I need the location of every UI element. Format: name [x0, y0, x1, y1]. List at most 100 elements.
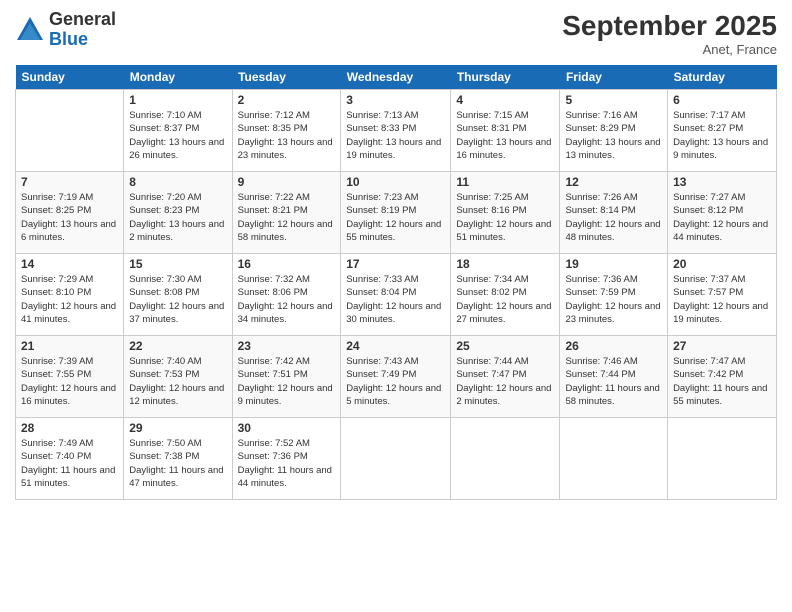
col-wednesday: Wednesday [341, 65, 451, 90]
col-tuesday: Tuesday [232, 65, 341, 90]
logo-icon [15, 15, 45, 45]
table-row [16, 90, 124, 172]
table-row: 2 Sunrise: 7:12 AMSunset: 8:35 PMDaylight… [232, 90, 341, 172]
day-info: Sunrise: 7:46 AMSunset: 7:44 PMDaylight:… [565, 355, 662, 408]
day-number: 11 [456, 175, 554, 189]
day-number: 21 [21, 339, 118, 353]
day-info: Sunrise: 7:30 AMSunset: 8:08 PMDaylight:… [129, 273, 226, 326]
day-info: Sunrise: 7:29 AMSunset: 8:10 PMDaylight:… [21, 273, 118, 326]
day-number: 6 [673, 93, 771, 107]
day-info: Sunrise: 7:33 AMSunset: 8:04 PMDaylight:… [346, 273, 445, 326]
table-row [668, 418, 777, 500]
day-number: 7 [21, 175, 118, 189]
day-number: 10 [346, 175, 445, 189]
day-info: Sunrise: 7:27 AMSunset: 8:12 PMDaylight:… [673, 191, 771, 244]
week-row-4: 21 Sunrise: 7:39 AMSunset: 7:55 PMDayligh… [16, 336, 777, 418]
day-number: 2 [238, 93, 336, 107]
day-info: Sunrise: 7:13 AMSunset: 8:33 PMDaylight:… [346, 109, 445, 162]
day-info: Sunrise: 7:25 AMSunset: 8:16 PMDaylight:… [456, 191, 554, 244]
day-info: Sunrise: 7:10 AMSunset: 8:37 PMDaylight:… [129, 109, 226, 162]
day-number: 13 [673, 175, 771, 189]
table-row: 28Sunrise: 7:49 AMSunset: 7:40 PMDayligh… [16, 418, 124, 500]
table-row: 25 Sunrise: 7:44 AMSunset: 7:47 PMDayligh… [451, 336, 560, 418]
day-info: Sunrise: 7:32 AMSunset: 8:06 PMDaylight:… [238, 273, 336, 326]
day-info: Sunrise: 7:19 AMSunset: 8:25 PMDaylight:… [21, 191, 118, 244]
col-monday: Monday [124, 65, 232, 90]
day-number: 1 [129, 93, 226, 107]
logo-blue-text: Blue [49, 30, 116, 50]
day-number: 27 [673, 339, 771, 353]
day-number: 30 [238, 421, 336, 435]
table-row: 20 Sunrise: 7:37 AMSunset: 7:57 PMDayligh… [668, 254, 777, 336]
day-info: Sunrise: 7:34 AMSunset: 8:02 PMDaylight:… [456, 273, 554, 326]
month-title: September 2025 [562, 10, 777, 42]
week-row-2: 7 Sunrise: 7:19 AMSunset: 8:25 PMDaylight… [16, 172, 777, 254]
week-row-3: 14 Sunrise: 7:29 AMSunset: 8:10 PMDayligh… [16, 254, 777, 336]
table-row: 13 Sunrise: 7:27 AMSunset: 8:12 PMDayligh… [668, 172, 777, 254]
day-info: Sunrise: 7:47 AMSunset: 7:42 PMDaylight:… [673, 355, 771, 408]
table-row: 26 Sunrise: 7:46 AMSunset: 7:44 PMDayligh… [560, 336, 668, 418]
week-row-1: 1 Sunrise: 7:10 AMSunset: 8:37 PMDaylight… [16, 90, 777, 172]
table-row: 16Sunrise: 7:32 AMSunset: 8:06 PMDayligh… [232, 254, 341, 336]
day-number: 9 [238, 175, 336, 189]
day-info: Sunrise: 7:17 AMSunset: 8:27 PMDaylight:… [673, 109, 771, 162]
table-row [451, 418, 560, 500]
header: General Blue September 2025 Anet, France [15, 10, 777, 57]
day-number: 26 [565, 339, 662, 353]
table-row: 8Sunrise: 7:20 AMSunset: 8:23 PMDaylight… [124, 172, 232, 254]
day-info: Sunrise: 7:22 AMSunset: 8:21 PMDaylight:… [238, 191, 336, 244]
table-row: 18Sunrise: 7:34 AMSunset: 8:02 PMDayligh… [451, 254, 560, 336]
day-number: 19 [565, 257, 662, 271]
day-number: 12 [565, 175, 662, 189]
table-row: 30 Sunrise: 7:52 AMSunset: 7:36 PMDayligh… [232, 418, 341, 500]
calendar: Sunday Monday Tuesday Wednesday Thursday… [15, 65, 777, 500]
page: General Blue September 2025 Anet, France… [0, 0, 792, 612]
table-row: 9 Sunrise: 7:22 AMSunset: 8:21 PMDaylight… [232, 172, 341, 254]
table-row: 3 Sunrise: 7:13 AMSunset: 8:33 PMDaylight… [341, 90, 451, 172]
day-number: 5 [565, 93, 662, 107]
day-info: Sunrise: 7:36 AMSunset: 7:59 PMDaylight:… [565, 273, 662, 326]
day-number: 15 [129, 257, 226, 271]
table-row: 27 Sunrise: 7:47 AMSunset: 7:42 PMDayligh… [668, 336, 777, 418]
day-number: 8 [129, 175, 226, 189]
day-info: Sunrise: 7:44 AMSunset: 7:47 PMDaylight:… [456, 355, 554, 408]
table-row: 15 Sunrise: 7:30 AMSunset: 8:08 PMDayligh… [124, 254, 232, 336]
logo-text: General Blue [49, 10, 116, 50]
day-number: 4 [456, 93, 554, 107]
col-saturday: Saturday [668, 65, 777, 90]
table-row: 12 Sunrise: 7:26 AMSunset: 8:14 PMDayligh… [560, 172, 668, 254]
day-number: 25 [456, 339, 554, 353]
table-row: 10 Sunrise: 7:23 AMSunset: 8:19 PMDayligh… [341, 172, 451, 254]
day-info: Sunrise: 7:49 AMSunset: 7:40 PMDaylight:… [21, 437, 118, 490]
col-friday: Friday [560, 65, 668, 90]
logo: General Blue [15, 10, 116, 50]
day-info: Sunrise: 7:26 AMSunset: 8:14 PMDaylight:… [565, 191, 662, 244]
day-info: Sunrise: 7:52 AMSunset: 7:36 PMDaylight:… [238, 437, 336, 490]
table-row: 6 Sunrise: 7:17 AMSunset: 8:27 PMDaylight… [668, 90, 777, 172]
table-row: 7 Sunrise: 7:19 AMSunset: 8:25 PMDaylight… [16, 172, 124, 254]
table-row: 22Sunrise: 7:40 AMSunset: 7:53 PMDayligh… [124, 336, 232, 418]
logo-general-text: General [49, 10, 116, 30]
day-number: 20 [673, 257, 771, 271]
day-number: 24 [346, 339, 445, 353]
day-info: Sunrise: 7:40 AMSunset: 7:53 PMDaylight:… [129, 355, 226, 408]
day-number: 3 [346, 93, 445, 107]
table-row: 29Sunrise: 7:50 AMSunset: 7:38 PMDayligh… [124, 418, 232, 500]
col-sunday: Sunday [16, 65, 124, 90]
title-block: September 2025 Anet, France [562, 10, 777, 57]
day-info: Sunrise: 7:43 AMSunset: 7:49 PMDaylight:… [346, 355, 445, 408]
day-info: Sunrise: 7:39 AMSunset: 7:55 PMDaylight:… [21, 355, 118, 408]
col-thursday: Thursday [451, 65, 560, 90]
table-row: 19 Sunrise: 7:36 AMSunset: 7:59 PMDayligh… [560, 254, 668, 336]
location: Anet, France [562, 42, 777, 57]
table-row: 11 Sunrise: 7:25 AMSunset: 8:16 PMDayligh… [451, 172, 560, 254]
day-info: Sunrise: 7:12 AMSunset: 8:35 PMDaylight:… [238, 109, 336, 162]
table-row: 24 Sunrise: 7:43 AMSunset: 7:49 PMDayligh… [341, 336, 451, 418]
table-row [341, 418, 451, 500]
day-number: 17 [346, 257, 445, 271]
week-row-5: 28Sunrise: 7:49 AMSunset: 7:40 PMDayligh… [16, 418, 777, 500]
table-row: 4Sunrise: 7:15 AMSunset: 8:31 PMDaylight… [451, 90, 560, 172]
day-number: 14 [21, 257, 118, 271]
day-info: Sunrise: 7:23 AMSunset: 8:19 PMDaylight:… [346, 191, 445, 244]
day-info: Sunrise: 7:37 AMSunset: 7:57 PMDaylight:… [673, 273, 771, 326]
